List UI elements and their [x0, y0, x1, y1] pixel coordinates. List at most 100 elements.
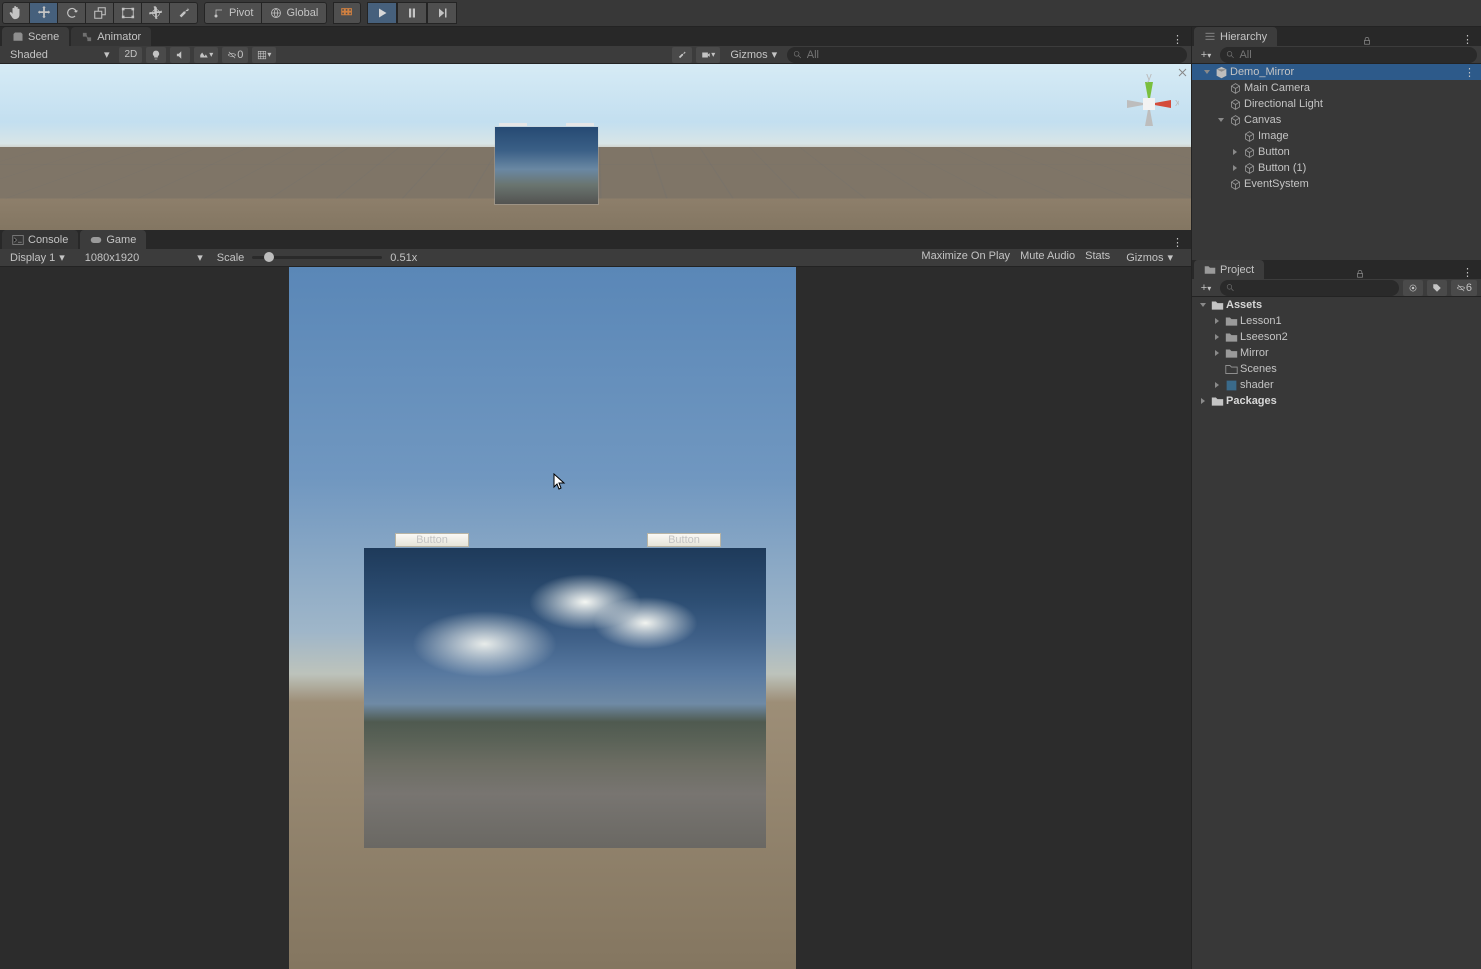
step-button[interactable] [427, 2, 457, 24]
tree-row[interactable]: Demo_Mirror⋮ [1192, 64, 1481, 80]
game-tabs-menu-button[interactable]: ⋮ [1164, 236, 1191, 249]
stats-toggle[interactable]: Stats [1085, 250, 1110, 266]
tree-row[interactable]: Main Camera [1192, 80, 1481, 96]
svg-text:x: x [1175, 97, 1179, 109]
hierarchy-tab[interactable]: Hierarchy [1194, 27, 1277, 46]
audio-toggle-button[interactable] [170, 47, 190, 63]
play-button[interactable] [367, 2, 397, 24]
maximize-on-play-toggle[interactable]: Maximize On Play [921, 250, 1010, 266]
transform-tool-button[interactable] [142, 2, 170, 24]
rect-tool-button[interactable] [114, 2, 142, 24]
project-tree[interactable]: AssetsLesson1Lseeson2MirrorScenesshaderP… [1192, 297, 1481, 969]
scene-tab[interactable]: Scene [2, 27, 69, 46]
tree-row[interactable]: Image [1192, 128, 1481, 144]
camera-button[interactable]: ▾ [696, 47, 720, 63]
game-tab[interactable]: Game [80, 230, 146, 249]
game-image [364, 548, 766, 848]
tools-button[interactable] [672, 47, 692, 63]
pivot-toggle-button[interactable]: Pivot [204, 2, 262, 24]
animator-tab[interactable]: Animator [71, 27, 151, 46]
hierarchy-tree[interactable]: Demo_Mirror⋮Main CameraDirectional Light… [1192, 64, 1481, 260]
tree-row[interactable]: Button [1192, 144, 1481, 160]
tree-row[interactable]: Lesson1 [1192, 313, 1481, 329]
scene-tab-label: Scene [28, 31, 59, 43]
hand-tool-button[interactable] [2, 2, 30, 24]
foldout-toggle[interactable] [1198, 300, 1210, 310]
tree-row[interactable]: Packages [1192, 393, 1481, 409]
tree-row[interactable]: Scenes [1192, 361, 1481, 377]
display-dropdown[interactable]: Display 1▾ [4, 250, 71, 266]
foldout-toggle[interactable] [1212, 348, 1224, 358]
fx-toggle-button[interactable]: ▾ [194, 47, 218, 63]
cube-icon [1242, 145, 1256, 159]
rotate-tool-button[interactable] [58, 2, 86, 24]
tree-row[interactable]: Assets [1192, 297, 1481, 313]
foldout-toggle[interactable] [1202, 67, 1214, 77]
scene-toolbar: Shaded ▾ 2D ▾ 0 ▾ ▾ Gizmos▾ [0, 46, 1191, 64]
game-button-1[interactable]: Button [395, 533, 469, 547]
project-search-field[interactable] [1220, 280, 1399, 296]
scale-slider[interactable] [252, 256, 382, 259]
hidden-toggle-button[interactable]: 0 [222, 47, 248, 63]
tree-row[interactable]: shader [1192, 377, 1481, 393]
game-button-2[interactable]: Button [647, 533, 721, 547]
game-toolbar: Display 1▾ 1080x1920▾ Scale 0.51x Maximi… [0, 249, 1191, 267]
console-tab[interactable]: Console [2, 230, 78, 249]
2d-toggle-button[interactable]: 2D [119, 47, 142, 63]
custom-tool-button[interactable] [170, 2, 198, 24]
orientation-gizmo[interactable]: y x [1119, 74, 1179, 134]
tree-row[interactable]: Lseeson2 [1192, 329, 1481, 345]
resolution-dropdown[interactable]: 1080x1920▾ [79, 250, 209, 266]
shading-mode-dropdown[interactable]: Shaded ▾ [4, 47, 115, 63]
move-tool-button[interactable] [30, 2, 58, 24]
foldout-toggle[interactable] [1198, 396, 1210, 406]
row-menu-button[interactable]: ⋮ [1464, 66, 1481, 79]
gizmos-dropdown[interactable]: Gizmos▾ [724, 47, 783, 63]
hierarchy-lock-button[interactable] [1354, 36, 1380, 46]
tree-item-label: Image [1258, 130, 1289, 142]
scene-viewport[interactable]: y x [0, 64, 1191, 230]
tree-row[interactable]: EventSystem [1192, 176, 1481, 192]
lock-icon [1362, 36, 1372, 46]
pause-button[interactable] [397, 2, 427, 24]
project-tab[interactable]: Project [1194, 260, 1264, 279]
hierarchy-search-field[interactable] [1220, 47, 1477, 63]
scene-search-field[interactable] [787, 47, 1187, 63]
foldout-toggle[interactable] [1230, 163, 1242, 173]
foldout-toggle[interactable] [1212, 332, 1224, 342]
project-lock-button[interactable] [1347, 269, 1373, 279]
tree-row[interactable]: Directional Light [1192, 96, 1481, 112]
tree-row[interactable]: Mirror [1192, 345, 1481, 361]
snap-button[interactable] [333, 2, 361, 24]
scene-image-object[interactable] [495, 127, 598, 204]
scene-tabs-menu-button[interactable]: ⋮ [1164, 33, 1191, 46]
global-toggle-button[interactable]: Global [262, 2, 327, 24]
close-icon[interactable] [1178, 68, 1187, 77]
mute-audio-toggle[interactable]: Mute Audio [1020, 250, 1075, 266]
project-add-button[interactable]: +▾ [1196, 282, 1216, 294]
scale-tool-button[interactable] [86, 2, 114, 24]
game-gizmos-dropdown[interactable]: Gizmos▾ [1120, 250, 1179, 266]
foldout-toggle[interactable] [1216, 115, 1228, 125]
project-filter-label-button[interactable] [1427, 280, 1447, 296]
tree-row[interactable]: Canvas [1192, 112, 1481, 128]
scale-slider-thumb[interactable] [264, 252, 274, 262]
hierarchy-menu-button[interactable]: ⋮ [1454, 33, 1481, 46]
lighting-toggle-button[interactable] [146, 47, 166, 63]
grid-icon [257, 50, 267, 60]
project-filter-type-button[interactable] [1403, 280, 1423, 296]
project-search-input[interactable] [1239, 282, 1393, 294]
hierarchy-add-button[interactable]: +▾ [1196, 49, 1216, 61]
game-viewport[interactable]: Button Button [0, 267, 1191, 969]
foldout-toggle[interactable] [1212, 380, 1224, 390]
hierarchy-tab-label: Hierarchy [1220, 31, 1267, 43]
tree-row[interactable]: Button (1) [1192, 160, 1481, 176]
project-hidden-button[interactable]: 6 [1451, 280, 1477, 296]
grid-toggle-button[interactable]: ▾ [252, 47, 276, 63]
hierarchy-search-input[interactable] [1239, 49, 1471, 61]
scene-search-input[interactable] [807, 49, 1181, 61]
svg-text:y: y [1146, 74, 1152, 83]
foldout-toggle[interactable] [1230, 147, 1242, 157]
foldout-toggle[interactable] [1212, 316, 1224, 326]
project-menu-button[interactable]: ⋮ [1454, 266, 1481, 279]
